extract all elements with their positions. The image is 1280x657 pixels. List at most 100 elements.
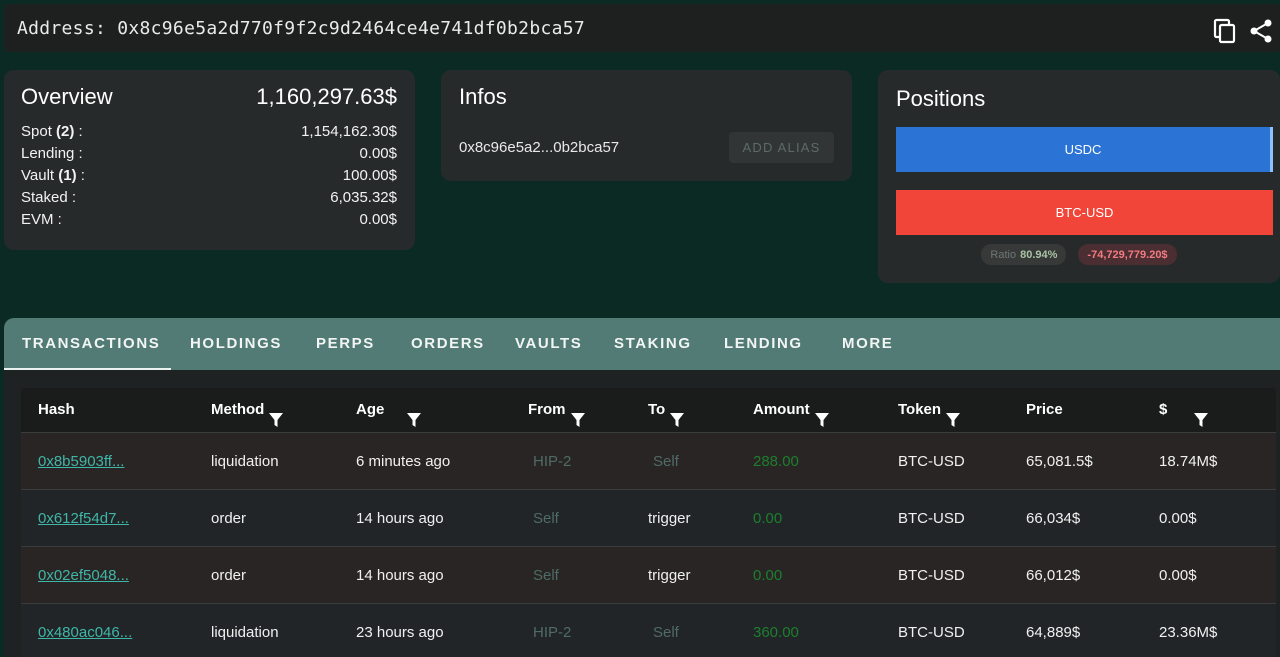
overview-row-evm: EVM : 0.00$ [21, 209, 397, 231]
overview-title: Overview [21, 84, 113, 109]
col-label: To [648, 401, 666, 418]
col-hash: Hash [38, 388, 75, 432]
row-label: Vault [21, 167, 55, 184]
col-label: $ [1159, 401, 1168, 418]
cell-age: 6 minutes ago [356, 453, 451, 470]
tab-bar: TRANSACTIONS HOLDINGS PERPS ORDERS VAULT… [4, 318, 1280, 370]
share-icon[interactable] [1248, 18, 1274, 44]
address-text: Address: 0x8c96e5a2d770f9f2c9d2464ce4e74… [17, 18, 585, 39]
col-label: Token [898, 401, 942, 418]
tx-hash-link[interactable]: 0x480ac046... [38, 604, 132, 657]
tab-staking[interactable]: STAKING [614, 318, 692, 370]
tab-lending[interactable]: LENDING [724, 318, 803, 370]
col-label: Amount [753, 401, 810, 418]
overview-row-vault: Vault (1) : 100.00$ [21, 165, 397, 187]
col-label: Price [1026, 401, 1063, 418]
tab-vaults[interactable]: VAULTS [515, 318, 582, 370]
col-label: Hash [38, 401, 75, 418]
add-alias-button[interactable]: ADD ALIAS [729, 132, 834, 163]
row-label: EVM [21, 211, 54, 228]
positions-title: Positions [896, 86, 986, 111]
address-bar: Address: 0x8c96e5a2d770f9f2c9d2464ce4e74… [4, 4, 1280, 52]
cell-token: BTC-USD [898, 510, 965, 527]
table-row: 0x612f54d7... order 14 hours ago Self tr… [21, 489, 1276, 546]
table-row: 0x8b5903ff... liquidation 6 minutes ago … [21, 432, 1276, 489]
col-token: Token [898, 388, 961, 432]
cell-age: 14 hours ago [356, 567, 444, 584]
col-usd: $ [1159, 388, 1209, 432]
tab-holdings[interactable]: HOLDINGS [190, 318, 282, 370]
cell-to: trigger [648, 567, 691, 584]
col-price: Price [1026, 388, 1063, 432]
row-count: (2) [56, 123, 75, 140]
tx-hash-link[interactable]: 0x612f54d7... [38, 490, 129, 547]
cell-amount: 288.00 [753, 453, 799, 470]
cell-amount: 360.00 [753, 624, 799, 641]
cell-from: HIP-2 [533, 453, 572, 470]
cell-to: Self [653, 453, 679, 470]
filter-icon[interactable] [669, 402, 685, 427]
cell-price: 64,889$ [1026, 624, 1081, 641]
cell-price: 65,081.5$ [1026, 453, 1093, 470]
tab-orders[interactable]: ORDERS [411, 318, 485, 370]
cell-amount: 0.00 [753, 510, 783, 527]
cell-amount: 0.00 [753, 567, 783, 584]
cell-token: BTC-USD [898, 567, 965, 584]
overview-card: Overview 1,160,297.63$ Spot (2) : 1,154,… [4, 70, 415, 250]
col-method: Method [211, 388, 284, 432]
cell-age: 14 hours ago [356, 510, 444, 527]
copy-icon[interactable] [1212, 18, 1238, 44]
cell-age: 23 hours ago [356, 624, 444, 641]
cell-usd: 0.00$ [1159, 567, 1197, 584]
tab-transactions[interactable]: TRANSACTIONS [22, 318, 160, 370]
row-value: 0.00$ [359, 145, 397, 162]
tx-hash-link[interactable]: 0x8b5903ff... [38, 433, 124, 490]
overview-row-staked: Staked : 6,035.32$ [21, 187, 397, 209]
table-row: 0x480ac046... liquidation 23 hours ago H… [21, 603, 1276, 657]
cell-usd: 0.00$ [1159, 510, 1197, 527]
address-label: Address: [17, 17, 107, 39]
position-bar-usdc[interactable]: USDC [896, 127, 1273, 172]
col-age: Age [356, 388, 422, 432]
row-value: 0.00$ [359, 211, 397, 228]
transactions-table: Hash Method Age From To Amount Token Pri… [21, 388, 1276, 657]
tx-hash-link[interactable]: 0x02ef5048... [38, 547, 129, 604]
row-label: Lending [21, 145, 75, 162]
row-value: 1,154,162.30$ [301, 123, 397, 140]
filter-icon[interactable] [406, 402, 422, 427]
filter-icon[interactable] [1193, 402, 1209, 427]
overview-row-lending: Lending : 0.00$ [21, 143, 397, 165]
active-tab-indicator [4, 368, 171, 370]
cell-usd: 18.74M$ [1159, 453, 1218, 470]
cell-method: liquidation [211, 624, 279, 641]
cell-usd: 23.36M$ [1159, 624, 1218, 641]
cell-method: order [211, 567, 247, 584]
cell-to: trigger [648, 510, 691, 527]
filter-icon[interactable] [814, 402, 830, 427]
col-label: Age [356, 401, 385, 418]
row-value: 6,035.32$ [330, 189, 397, 206]
position-bar-btc-usd[interactable]: BTC-USD [896, 190, 1273, 235]
filter-icon[interactable] [570, 402, 586, 427]
row-count: (1) [58, 167, 77, 184]
cell-from: Self [533, 567, 559, 584]
address-value: 0x8c96e5a2d770f9f2c9d2464ce4e741df0b2bca… [117, 17, 585, 39]
col-label: Method [211, 401, 265, 418]
filter-icon[interactable] [268, 402, 284, 427]
tab-perps[interactable]: PERPS [316, 318, 375, 370]
overview-row-spot: Spot (2) : 1,154,162.30$ [21, 121, 397, 143]
col-amount: Amount [753, 388, 830, 432]
ratio-badge: Ratio 80.94% [981, 244, 1067, 265]
transactions-panel: TRANSACTIONS HOLDINGS PERPS ORDERS VAULT… [4, 318, 1280, 657]
col-label: From [528, 401, 566, 418]
cell-to: Self [653, 624, 679, 641]
positions-card: Positions USDC BTC-USD Ratio 80.94% -74,… [878, 70, 1280, 283]
ratio-label: Ratio [990, 248, 1017, 261]
cell-price: 66,034$ [1026, 510, 1081, 527]
filter-icon[interactable] [945, 402, 961, 427]
row-label: Spot [21, 123, 52, 140]
tab-more[interactable]: MORE [842, 318, 893, 370]
cell-method: liquidation [211, 453, 279, 470]
row-value: 100.00$ [342, 167, 397, 184]
ratio-value: 80.94% [1020, 248, 1058, 261]
